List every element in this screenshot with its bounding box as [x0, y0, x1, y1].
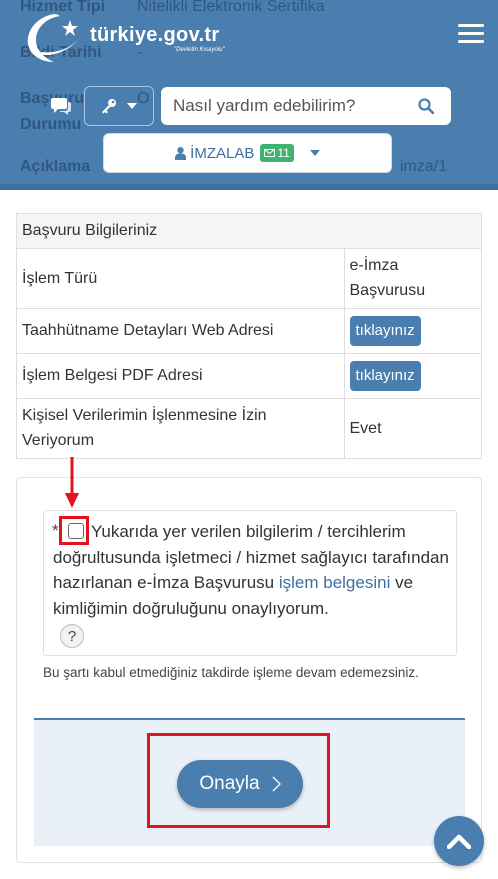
- table-row: İşlem Belgesi PDF Adresi tıklayınız: [17, 352, 481, 398]
- site-header: Hizmet Tipi Nitelikli Elektronik Sertifi…: [0, 0, 498, 190]
- menu-bar-icon: [458, 24, 484, 27]
- row-value: Evet: [344, 397, 481, 458]
- table-row: İşlem Türü e-İmza Başvurusu: [17, 249, 481, 308]
- user-account-dropdown[interactable]: İMZALAB 11: [103, 133, 392, 173]
- row-value: e-İmza Başvurusu: [349, 257, 426, 300]
- brand-name: türkiye.gov.tr: [90, 24, 220, 46]
- background-label-description: Açıklama: [20, 158, 91, 175]
- chat-button[interactable]: [46, 89, 76, 123]
- consent-warning: Bu şartı kabul etmediğiniz takdirde işle…: [43, 665, 419, 680]
- mail-badge[interactable]: 11: [260, 144, 294, 162]
- chevron-up-icon: [447, 834, 471, 849]
- search-button[interactable]: [413, 93, 439, 119]
- row-label: Taahhütname Detayları Web Adresi: [17, 307, 345, 353]
- row-value-cell: tıklayınız: [344, 307, 481, 353]
- annotation-arrow-icon: [65, 457, 79, 508]
- caret-down-icon: [127, 103, 137, 109]
- search-input[interactable]: [161, 88, 413, 124]
- search-icon: [418, 98, 434, 114]
- brand-tagline: "Devletin Kısayolu": [174, 47, 225, 53]
- application-info-panel: Başvuru Bilgileriniz İşlem Türü e-İmza B…: [16, 213, 482, 459]
- row-label: İşlem Türü: [17, 249, 345, 308]
- login-key-dropdown[interactable]: [84, 86, 154, 126]
- transaction-pdf-link-button[interactable]: tıklayınız: [349, 360, 421, 391]
- checkbox-highlight-box: [59, 516, 89, 545]
- search-box: [161, 87, 451, 125]
- application-info-table: İşlem Türü e-İmza Başvurusu Taahhütname …: [17, 249, 481, 458]
- menu-bar-icon: [458, 40, 484, 43]
- envelope-icon: [264, 149, 276, 157]
- user-name: İMZALAB: [190, 144, 255, 162]
- row-label: Kişisel Verilerimin İşlenmesine İzin Ver…: [17, 397, 345, 458]
- background-value-description: imza/1: [400, 158, 448, 175]
- key-icon: [102, 99, 116, 114]
- help-button[interactable]: ?: [60, 624, 84, 648]
- row-value-cell: tıklayınız: [344, 352, 481, 398]
- table-row: Taahhütname Detayları Web Adresi tıklayı…: [17, 307, 481, 353]
- hamburger-menu-button[interactable]: [458, 24, 484, 46]
- scroll-to-top-button[interactable]: [434, 816, 484, 866]
- consent-text: Yukarıda yer verilen bilgilerim / tercih…: [53, 519, 453, 621]
- caret-down-icon: [309, 150, 320, 156]
- menu-bar-icon: [458, 32, 484, 35]
- user-icon: [175, 146, 187, 160]
- button-highlight-box: [147, 733, 330, 828]
- consent-box: * Yukarıda yer verilen bilgilerim / terc…: [43, 510, 457, 656]
- commitment-details-link-button[interactable]: tıklayınız: [349, 315, 421, 346]
- transaction-document-link[interactable]: işlem belgesini: [279, 573, 391, 592]
- chat-icon: [51, 98, 71, 115]
- table-row: Kişisel Verilerimin İşlenmesine İzin Ver…: [17, 397, 481, 458]
- row-label: İşlem Belgesi PDF Adresi: [17, 352, 345, 398]
- panel-heading: Başvuru Bilgileriniz: [17, 214, 481, 249]
- turkiye-gov-logo[interactable]: türkiye.gov.tr "Devletin Kısayolu": [24, 6, 248, 66]
- crescent-star-icon: [27, 14, 82, 62]
- mail-count: 11: [277, 146, 290, 160]
